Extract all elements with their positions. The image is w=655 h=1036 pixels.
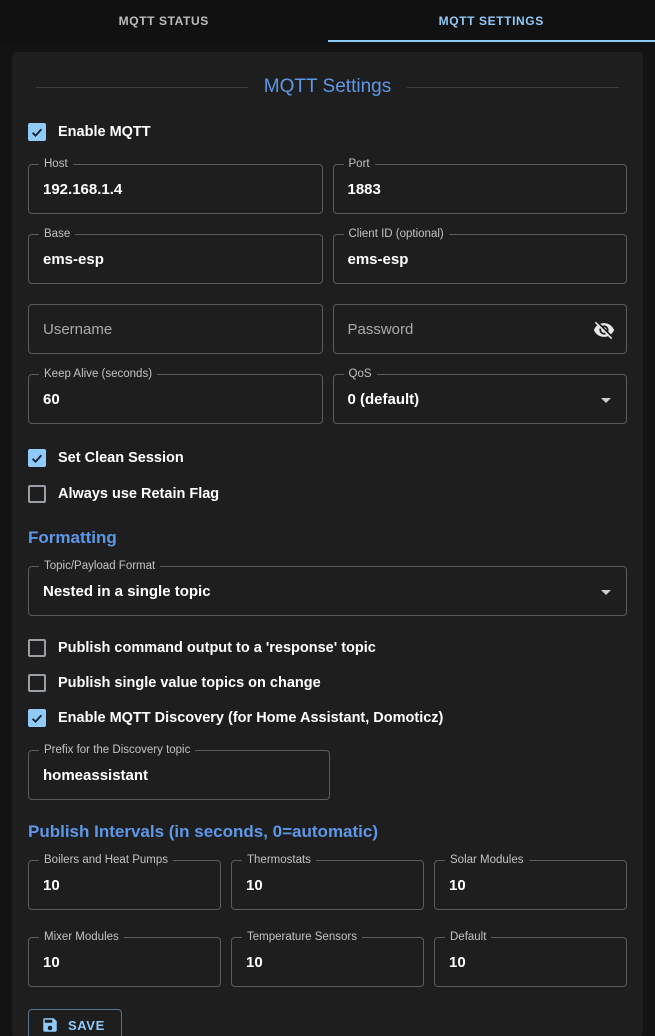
checkbox-set-clean-session[interactable]: Set Clean Session (28, 448, 627, 468)
base-input[interactable] (29, 235, 322, 283)
save-button-label: SAVE (68, 1018, 105, 1033)
interval-temperature-field-wrap: Temperature Sensors (231, 937, 424, 987)
checkbox-label: Always use Retain Flag (58, 486, 219, 502)
section-header-formatting: Formatting (28, 528, 627, 548)
checkbox-label: Publish command output to a 'response' t… (58, 640, 376, 656)
checkbox-check-icon (28, 709, 46, 727)
interval-solar-input[interactable] (435, 861, 626, 909)
checkbox-check-icon (28, 449, 46, 467)
tab-bar: MQTT STATUS MQTT SETTINGS (0, 0, 655, 42)
username-field-wrap (28, 304, 323, 354)
client-id-field-label: Client ID (optional) (344, 227, 449, 242)
section-header-publish-intervals: Publish Intervals (in seconds, 0=automat… (28, 822, 627, 842)
divider (407, 87, 619, 88)
visibility-off-icon[interactable] (592, 318, 616, 342)
interval-solar-field-wrap: Solar Modules (434, 860, 627, 910)
qos-select[interactable]: QoS 0 (default) (333, 374, 628, 424)
arrow-drop-down-icon (594, 580, 618, 604)
divider (36, 87, 248, 88)
page-title: MQTT Settings (264, 76, 391, 98)
interval-boilers-field-wrap: Boilers and Heat Pumps (28, 860, 221, 910)
client-id-field-wrap: Client ID (optional) (333, 234, 628, 284)
password-field-wrap (333, 304, 628, 354)
checkbox-check-icon (28, 639, 46, 657)
intervals-grid: Boilers and Heat Pumps Thermostats Solar… (28, 860, 627, 987)
arrow-drop-down-icon (594, 388, 618, 412)
interval-field-label: Boilers and Heat Pumps (39, 853, 173, 868)
discovery-prefix-field-wrap: Prefix for the Discovery topic (28, 750, 330, 800)
topic-format-selected-value: Nested in a single topic (29, 583, 225, 600)
tab-mqtt-status[interactable]: MQTT STATUS (0, 0, 328, 42)
checkbox-publish-single-value[interactable]: Publish single value topics on change (28, 673, 627, 693)
interval-thermostats-field-wrap: Thermostats (231, 860, 424, 910)
interval-mixer-field-wrap: Mixer Modules (28, 937, 221, 987)
discovery-prefix-input[interactable] (29, 751, 329, 799)
checkbox-check-icon (28, 123, 46, 141)
base-field-wrap: Base (28, 234, 323, 284)
tab-mqtt-settings[interactable]: MQTT SETTINGS (328, 0, 655, 42)
keep-alive-input[interactable] (29, 375, 322, 423)
keep-alive-field-label: Keep Alive (seconds) (39, 367, 157, 382)
port-field-wrap: Port (333, 164, 628, 214)
checkbox-enable-mqtt[interactable]: Enable MQTT (28, 122, 627, 142)
active-tab-indicator (328, 40, 655, 42)
checkbox-enable-discovery[interactable]: Enable MQTT Discovery (for Home Assistan… (28, 708, 627, 728)
checkbox-check-icon (28, 674, 46, 692)
title-row: MQTT Settings (28, 52, 627, 98)
interval-field-label: Solar Modules (445, 853, 529, 868)
interval-default-input[interactable] (435, 938, 626, 986)
checkbox-retain-flag[interactable]: Always use Retain Flag (28, 484, 627, 504)
base-field-label: Base (39, 227, 75, 242)
save-button[interactable]: SAVE (28, 1009, 122, 1036)
keep-alive-field-wrap: Keep Alive (seconds) (28, 374, 323, 424)
checkbox-label: Enable MQTT (58, 124, 151, 140)
interval-field-label: Default (445, 930, 491, 945)
qos-selected-value: 0 (default) (334, 391, 434, 408)
host-input[interactable] (29, 165, 322, 213)
checkbox-label: Publish single value topics on change (58, 675, 321, 691)
discovery-prefix-field-label: Prefix for the Discovery topic (39, 743, 195, 758)
interval-default-field-wrap: Default (434, 937, 627, 987)
interval-mixer-input[interactable] (29, 938, 220, 986)
checkbox-check-icon (28, 485, 46, 503)
interval-thermostats-input[interactable] (232, 861, 423, 909)
client-id-input[interactable] (334, 235, 627, 283)
topic-format-field-label: Topic/Payload Format (39, 559, 160, 574)
password-input[interactable] (334, 305, 627, 353)
checkbox-publish-response[interactable]: Publish command output to a 'response' t… (28, 638, 627, 658)
checkbox-label: Set Clean Session (58, 450, 184, 466)
topic-format-select[interactable]: Topic/Payload Format Nested in a single … (28, 566, 627, 616)
interval-boilers-input[interactable] (29, 861, 220, 909)
interval-field-label: Temperature Sensors (242, 930, 362, 945)
port-field-label: Port (344, 157, 375, 172)
interval-field-label: Thermostats (242, 853, 316, 868)
port-input[interactable] (334, 165, 627, 213)
interval-field-label: Mixer Modules (39, 930, 124, 945)
host-field-wrap: Host (28, 164, 323, 214)
qos-field-label: QoS (344, 367, 377, 382)
interval-temperature-input[interactable] (232, 938, 423, 986)
save-icon (41, 1016, 59, 1034)
settings-card: MQTT Settings Enable MQTT Host Port Base… (12, 52, 643, 1036)
checkbox-label: Enable MQTT Discovery (for Home Assistan… (58, 710, 443, 726)
host-field-label: Host (39, 157, 73, 172)
username-input[interactable] (29, 305, 322, 353)
